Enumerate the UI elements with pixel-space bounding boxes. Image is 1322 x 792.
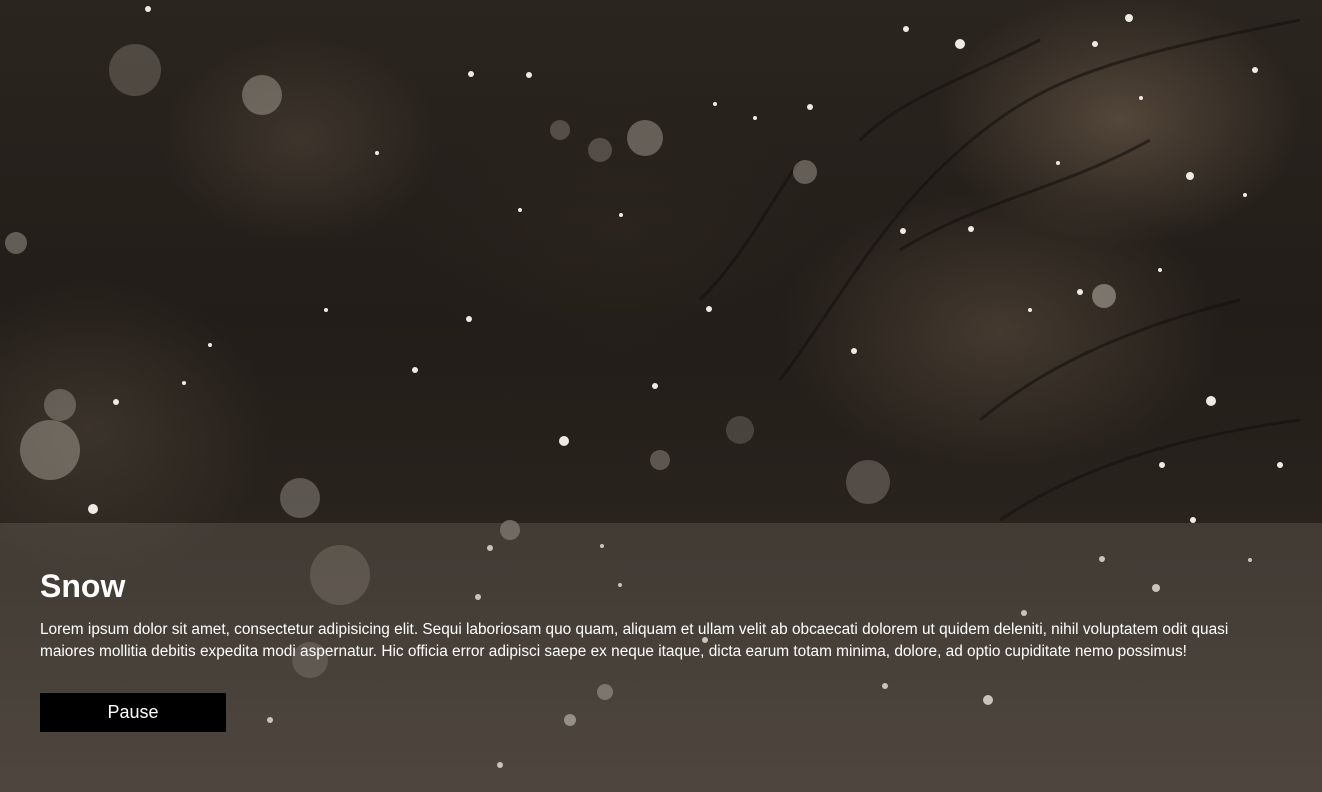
video-stage: Snow Lorem ipsum dolor sit amet, consect… xyxy=(0,0,1322,792)
caption-text: Lorem ipsum dolor sit amet, consectetur … xyxy=(40,621,1229,660)
pause-button[interactable]: Pause xyxy=(40,693,226,732)
caption-title: Snow xyxy=(40,568,126,604)
caption-overlay: Snow Lorem ipsum dolor sit amet, consect… xyxy=(0,523,1322,792)
